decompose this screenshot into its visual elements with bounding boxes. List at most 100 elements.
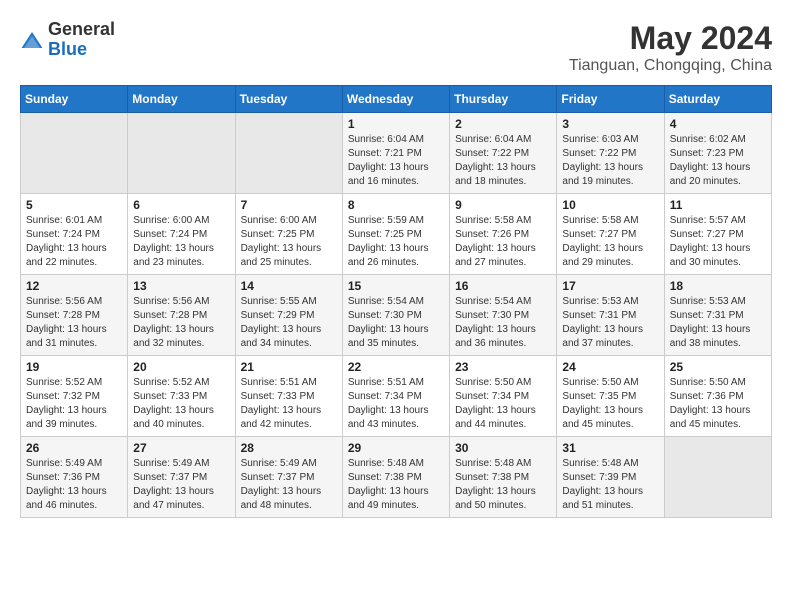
day-info: Sunrise: 5:55 AMSunset: 7:29 PMDaylight:… [241,295,337,351]
day-number: 13 [133,279,229,293]
day-number: 22 [348,360,444,374]
calendar-cell-week2-day0: 5 Sunrise: 6:01 AMSunset: 7:24 PMDaylight… [21,194,128,275]
day-number: 15 [348,279,444,293]
calendar-cell-week4-day0: 19 Sunrise: 5:52 AMSunset: 7:32 PMDayligh… [21,356,128,437]
day-info: Sunrise: 6:04 AMSunset: 7:22 PMDaylight:… [455,133,551,189]
calendar-header: SundayMondayTuesdayWednesdayThursdayFrid… [21,86,772,113]
day-info: Sunrise: 5:50 AMSunset: 7:36 PMDaylight:… [670,376,766,432]
day-info: Sunrise: 6:00 AMSunset: 7:24 PMDaylight:… [133,214,229,270]
day-info: Sunrise: 5:56 AMSunset: 7:28 PMDaylight:… [133,295,229,351]
day-info: Sunrise: 6:01 AMSunset: 7:24 PMDaylight:… [26,214,122,270]
calendar-cell-week5-day0: 26Sunrise: 5:49 AMSunset: 7:36 PMDayligh… [21,437,128,518]
calendar-cell-week2-day3: 8 Sunrise: 5:59 AMSunset: 7:25 PMDaylight… [342,194,449,275]
day-number: 9 [455,198,551,212]
day-info: Sunrise: 5:58 AMSunset: 7:27 PMDaylight:… [562,214,658,270]
week-row-1: 1 Sunrise: 6:04 AMSunset: 7:21 PMDaylight… [21,113,772,194]
week-row-5: 26Sunrise: 5:49 AMSunset: 7:36 PMDayligh… [21,437,772,518]
weekday-header-wednesday: Wednesday [342,86,449,113]
calendar-body: 1 Sunrise: 6:04 AMSunset: 7:21 PMDaylight… [21,113,772,518]
calendar-cell-week3-day5: 17Sunrise: 5:53 AMSunset: 7:31 PMDayligh… [557,275,664,356]
calendar-cell-week2-day1: 6 Sunrise: 6:00 AMSunset: 7:24 PMDaylight… [128,194,235,275]
calendar-cell-week5-day5: 31 Sunrise: 5:48 AMSunset: 7:39 PMDayligh… [557,437,664,518]
day-info: Sunrise: 5:48 AMSunset: 7:38 PMDaylight:… [455,457,551,513]
day-info: Sunrise: 6:04 AMSunset: 7:21 PMDaylight:… [348,133,444,189]
calendar-cell-week5-day1: 27 Sunrise: 5:49 AMSunset: 7:37 PMDayligh… [128,437,235,518]
day-number: 3 [562,117,658,131]
calendar-cell-week2-day5: 10Sunrise: 5:58 AMSunset: 7:27 PMDayligh… [557,194,664,275]
weekday-header-thursday: Thursday [450,86,557,113]
day-number: 12 [26,279,122,293]
calendar-cell-week1-day0 [21,113,128,194]
calendar-cell-week1-day2 [235,113,342,194]
day-info: Sunrise: 5:49 AMSunset: 7:37 PMDaylight:… [241,457,337,513]
day-number: 1 [348,117,444,131]
day-info: Sunrise: 5:54 AMSunset: 7:30 PMDaylight:… [348,295,444,351]
day-info: Sunrise: 5:51 AMSunset: 7:34 PMDaylight:… [348,376,444,432]
day-info: Sunrise: 5:58 AMSunset: 7:26 PMDaylight:… [455,214,551,270]
day-number: 8 [348,198,444,212]
page-header: General Blue May 2024 Tianguan, Chongqin… [20,20,772,75]
calendar-cell-week1-day3: 1 Sunrise: 6:04 AMSunset: 7:21 PMDaylight… [342,113,449,194]
weekday-header-friday: Friday [557,86,664,113]
day-info: Sunrise: 6:02 AMSunset: 7:23 PMDaylight:… [670,133,766,189]
calendar-cell-week3-day6: 18 Sunrise: 5:53 AMSunset: 7:31 PMDayligh… [664,275,771,356]
calendar-cell-week5-day6 [664,437,771,518]
logo-text: General Blue [48,20,115,60]
calendar-cell-week4-day5: 24 Sunrise: 5:50 AMSunset: 7:35 PMDayligh… [557,356,664,437]
calendar-cell-week4-day4: 23 Sunrise: 5:50 AMSunset: 7:34 PMDayligh… [450,356,557,437]
day-info: Sunrise: 5:48 AMSunset: 7:39 PMDaylight:… [562,457,658,513]
day-number: 5 [26,198,122,212]
day-number: 4 [670,117,766,131]
day-number: 25 [670,360,766,374]
logo-blue: Blue [48,39,87,59]
calendar-cell-week2-day6: 11Sunrise: 5:57 AMSunset: 7:27 PMDayligh… [664,194,771,275]
calendar-cell-week3-day3: 15 Sunrise: 5:54 AMSunset: 7:30 PMDayligh… [342,275,449,356]
calendar-cell-week3-day1: 13 Sunrise: 5:56 AMSunset: 7:28 PMDayligh… [128,275,235,356]
day-info: Sunrise: 5:53 AMSunset: 7:31 PMDaylight:… [670,295,766,351]
calendar-cell-week5-day4: 30 Sunrise: 5:48 AMSunset: 7:38 PMDayligh… [450,437,557,518]
day-number: 23 [455,360,551,374]
day-info: Sunrise: 6:03 AMSunset: 7:22 PMDaylight:… [562,133,658,189]
day-number: 6 [133,198,229,212]
day-info: Sunrise: 5:59 AMSunset: 7:25 PMDaylight:… [348,214,444,270]
calendar-cell-week2-day2: 7Sunrise: 6:00 AMSunset: 7:25 PMDaylight… [235,194,342,275]
day-info: Sunrise: 5:52 AMSunset: 7:33 PMDaylight:… [133,376,229,432]
calendar-cell-week5-day2: 28 Sunrise: 5:49 AMSunset: 7:37 PMDayligh… [235,437,342,518]
calendar-cell-week3-day0: 12Sunrise: 5:56 AMSunset: 7:28 PMDayligh… [21,275,128,356]
day-number: 2 [455,117,551,131]
day-info: Sunrise: 5:49 AMSunset: 7:37 PMDaylight:… [133,457,229,513]
calendar-cell-week1-day5: 3 Sunrise: 6:03 AMSunset: 7:22 PMDaylight… [557,113,664,194]
day-number: 18 [670,279,766,293]
day-number: 27 [133,441,229,455]
day-info: Sunrise: 5:57 AMSunset: 7:27 PMDaylight:… [670,214,766,270]
day-number: 16 [455,279,551,293]
logo-icon [20,28,44,52]
weekday-header-tuesday: Tuesday [235,86,342,113]
day-info: Sunrise: 5:49 AMSunset: 7:36 PMDaylight:… [26,457,122,513]
day-number: 29 [348,441,444,455]
day-info: Sunrise: 5:53 AMSunset: 7:31 PMDaylight:… [562,295,658,351]
day-number: 28 [241,441,337,455]
day-number: 19 [26,360,122,374]
day-info: Sunrise: 5:50 AMSunset: 7:35 PMDaylight:… [562,376,658,432]
week-row-4: 19 Sunrise: 5:52 AMSunset: 7:32 PMDayligh… [21,356,772,437]
calendar-cell-week4-day1: 20 Sunrise: 5:52 AMSunset: 7:33 PMDayligh… [128,356,235,437]
day-info: Sunrise: 5:50 AMSunset: 7:34 PMDaylight:… [455,376,551,432]
week-row-2: 5 Sunrise: 6:01 AMSunset: 7:24 PMDaylight… [21,194,772,275]
logo: General Blue [20,20,115,60]
calendar-cell-week3-day4: 16 Sunrise: 5:54 AMSunset: 7:30 PMDayligh… [450,275,557,356]
day-info: Sunrise: 5:54 AMSunset: 7:30 PMDaylight:… [455,295,551,351]
day-info: Sunrise: 5:48 AMSunset: 7:38 PMDaylight:… [348,457,444,513]
main-title: May 2024 [569,20,772,57]
day-number: 30 [455,441,551,455]
day-number: 21 [241,360,337,374]
day-info: Sunrise: 5:52 AMSunset: 7:32 PMDaylight:… [26,376,122,432]
logo-general: General [48,19,115,39]
weekday-header-saturday: Saturday [664,86,771,113]
weekday-header-sunday: Sunday [21,86,128,113]
day-number: 24 [562,360,658,374]
subtitle: Tianguan, Chongqing, China [569,57,772,75]
day-number: 20 [133,360,229,374]
day-number: 31 [562,441,658,455]
calendar-cell-week4-day2: 21Sunrise: 5:51 AMSunset: 7:33 PMDayligh… [235,356,342,437]
